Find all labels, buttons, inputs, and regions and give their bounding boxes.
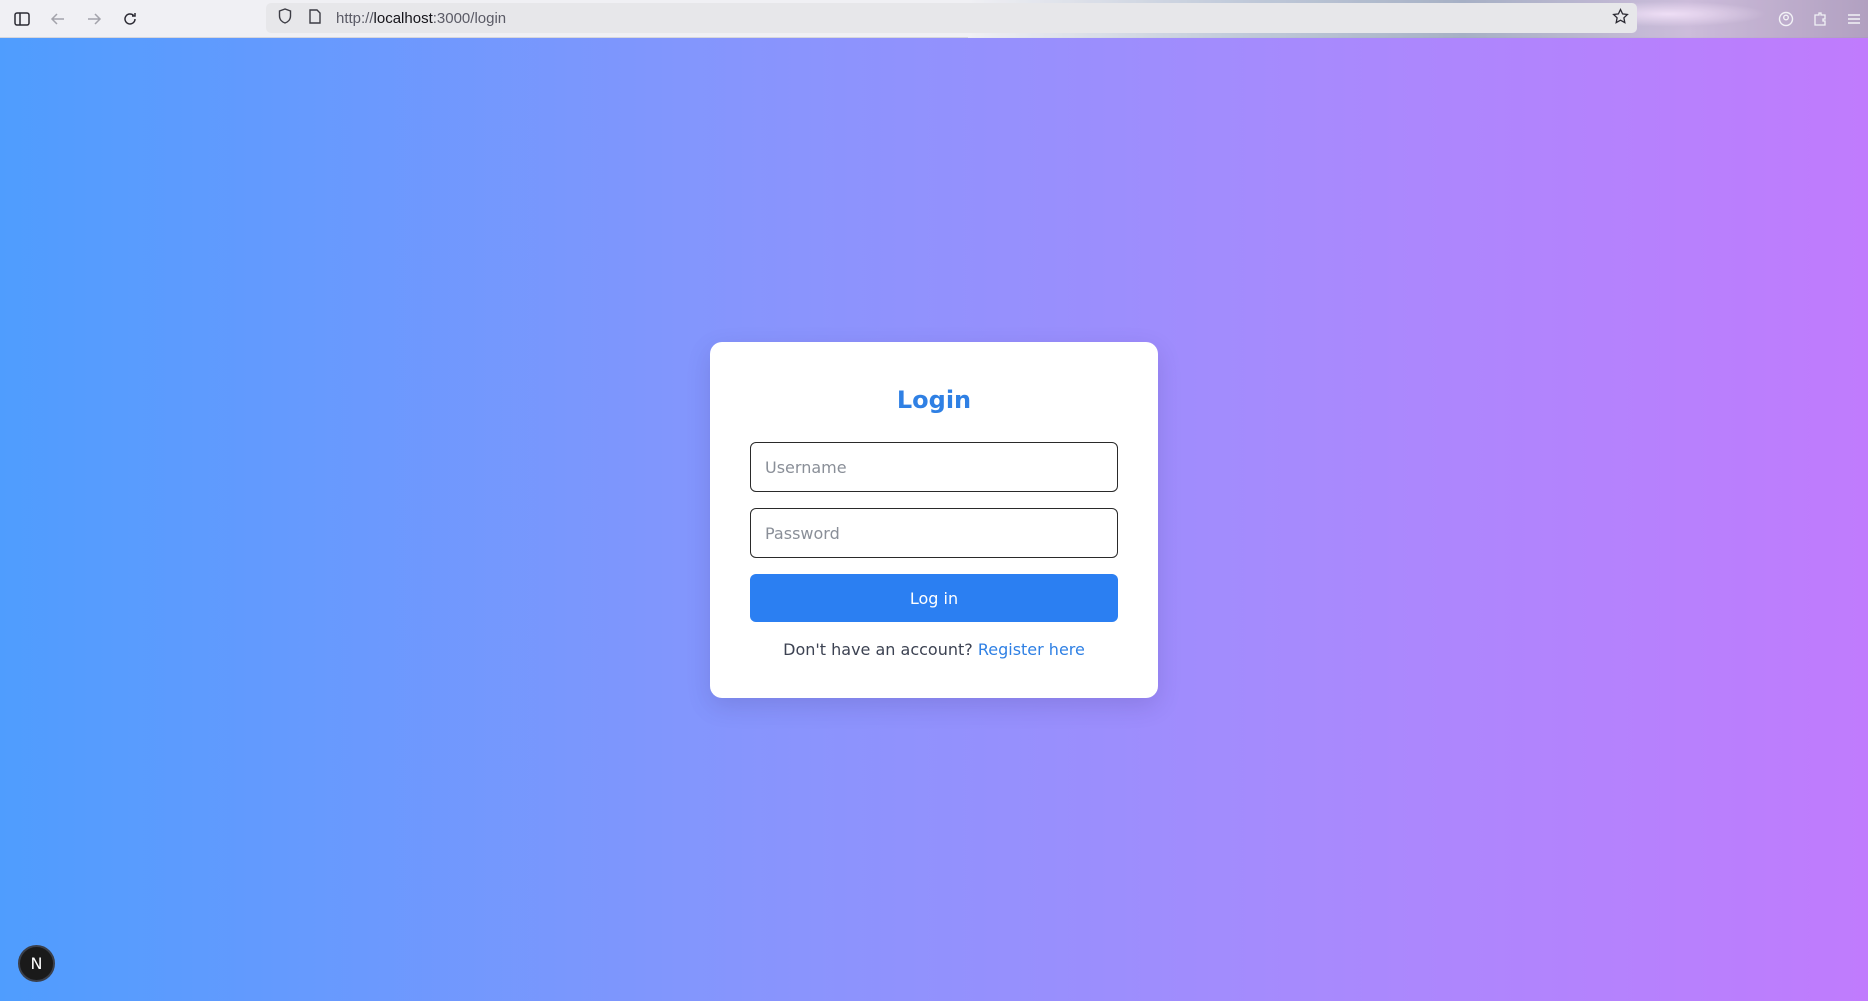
arrow-left-icon[interactable] [44,5,72,33]
register-link[interactable]: Register here [978,640,1085,659]
star-icon[interactable] [1612,7,1629,30]
login-title: Login [896,386,972,414]
page-icon[interactable] [300,8,330,28]
password-input[interactable] [750,508,1118,558]
url-path: :3000/login [432,9,507,27]
sidebar-icon[interactable] [8,5,36,33]
register-prompt-text: Don't have an account? [783,640,973,659]
url-scheme: http:// [336,9,374,27]
register-prompt: Don't have an account? Register here [710,640,1158,659]
url-host: localhost [373,9,433,27]
url-bar[interactable]: http://localhost:3000/login [266,3,1637,33]
url-text[interactable]: http://localhost:3000/login [336,10,506,27]
shield-icon[interactable] [270,8,300,28]
page-background: Login Log in Don't have an account? Regi… [0,38,1868,1001]
extensions-icon[interactable] [1806,5,1834,33]
toolbar-right-icons [1772,5,1868,33]
account-icon[interactable] [1772,5,1800,33]
login-card: Login Log in Don't have an account? Regi… [710,342,1158,698]
arrow-right-icon[interactable] [80,5,108,33]
nextjs-logo-icon: N [30,954,43,973]
nextjs-dev-badge[interactable]: N [18,945,55,982]
browser-toolbar: http://localhost:3000/login [0,0,1868,38]
login-button[interactable]: Log in [750,574,1118,622]
username-input[interactable] [750,442,1118,492]
menu-icon[interactable] [1840,5,1868,33]
reload-icon[interactable] [116,5,144,33]
